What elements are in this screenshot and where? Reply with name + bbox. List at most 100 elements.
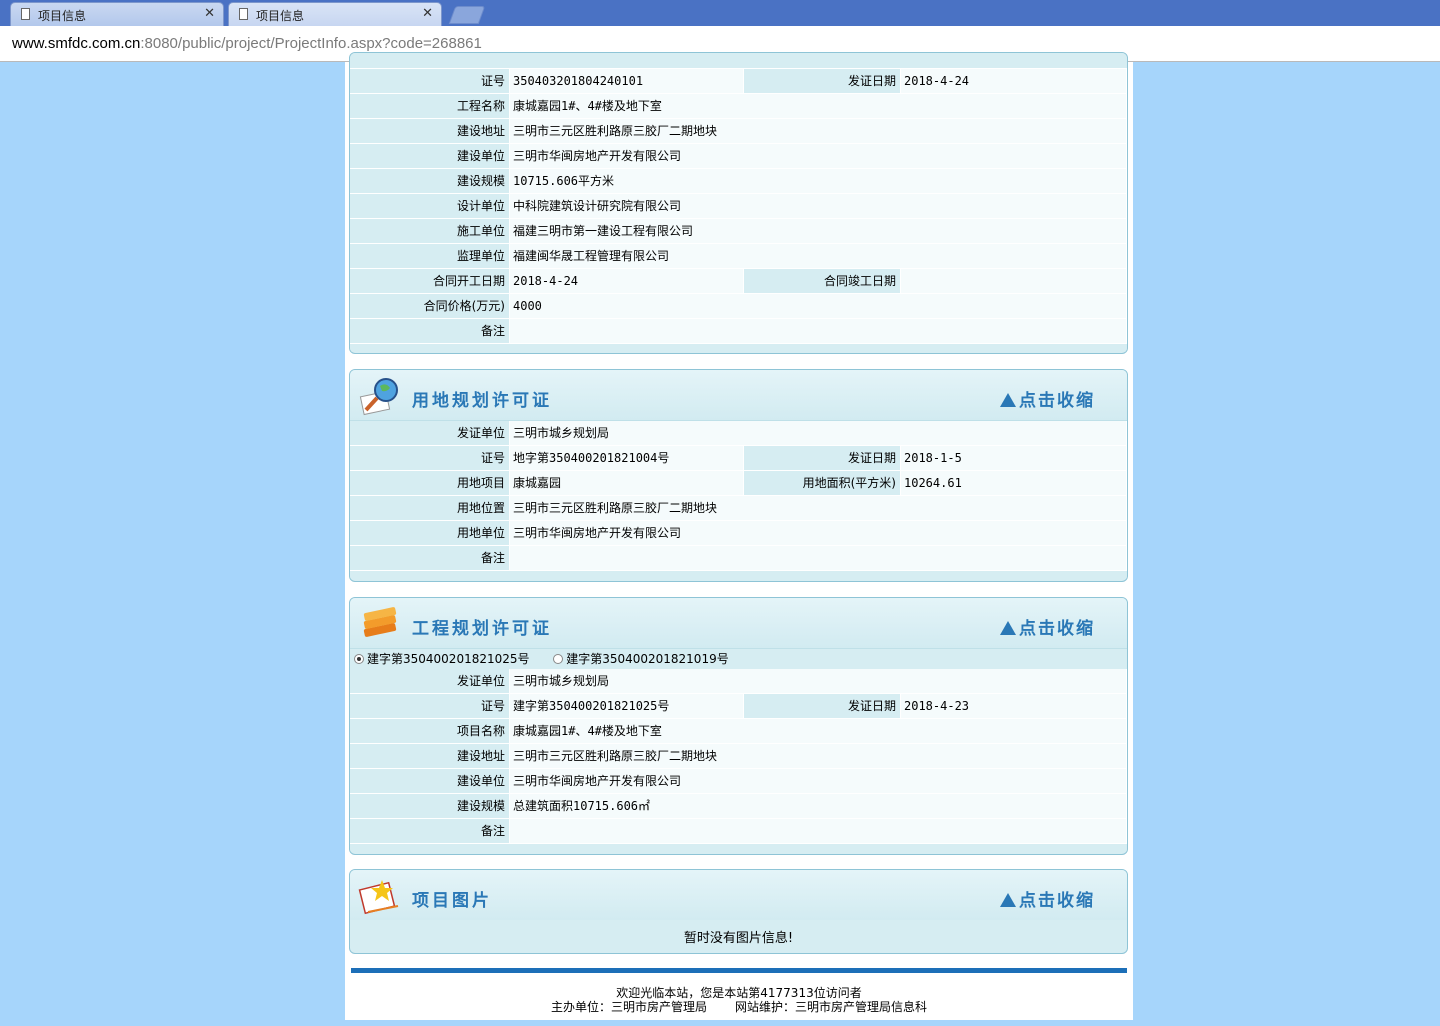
field-value: 2018-4-24 [900,69,1127,94]
field-value: 福建三明市第一建设工程有限公司 [509,218,1127,244]
field-label: 用地面积(平方米) [743,470,901,496]
table-row: 发证单位 三明市城乡规划局 [350,669,1127,694]
browser-tab-1[interactable]: 项目信息 ✕ [10,2,224,26]
tab-title: 项目信息 [256,9,305,23]
field-label: 证号 [350,445,510,471]
pictures-panel: 项目图片 点击收缩 暂时没有图片信息! [349,869,1128,954]
field-value: 三明市华闽房地产开发有限公司 [509,143,1127,169]
close-icon[interactable]: ✕ [204,6,215,21]
field-label: 建设规模 [350,793,510,819]
browser-tab-bar: 项目信息 ✕ 项目信息 ✕ [0,0,1440,26]
field-value: 三明市华闽房地产开发有限公司 [509,768,1127,794]
field-value: 2018-4-24 [509,268,744,294]
magnifier-globe-icon [359,378,398,416]
tab-title: 项目信息 [38,9,87,23]
table-row: 合同开工日期 2018-4-24 合同竣工日期 [350,268,1127,294]
construction-permit-table: 证号 350403201804240101 发证日期 2018-4-24 工程名称 康城嘉… [350,69,1127,344]
field-label: 项目名称 [350,718,510,744]
table-row: 设计单位 中科院建筑设计研究院有限公司 [350,193,1127,219]
no-pictures-message: 暂时没有图片信息! [683,931,794,946]
radio-selected[interactable] [354,654,364,664]
field-label: 证号 [350,693,510,719]
field-label: 用地项目 [350,470,510,496]
visitor-count-text: 欢迎光临本站，您是本站第4177313位访问者 [616,986,862,1000]
table-row: 备注 [350,818,1127,844]
url-text[interactable]: www.smfdc.com.cn:8080/public/project/Pro… [12,35,482,52]
table-row: 建设地址 三明市三元区胜利路原三胶厂二期地块 [350,118,1127,144]
field-label: 发证日期 [743,693,901,719]
field-value: 三明市三元区胜利路原三胶厂二期地块 [509,743,1127,769]
table-row: 工程名称 康城嘉园1#、4#楼及地下室 [350,93,1127,119]
page-icon [21,8,30,20]
table-row: 建设规模 总建筑面积10715.606㎡ [350,793,1127,819]
field-value: 福建闽华晟工程管理有限公司 [509,243,1127,269]
field-value: 2018-4-23 [900,693,1127,719]
field-value [509,318,1127,344]
field-label: 备注 [350,545,510,571]
table-row: 合同价格(万元) 4000 [350,293,1127,319]
field-value: 康城嘉园1#、4#楼及地下室 [509,93,1127,119]
table-row: 备注 [350,545,1127,571]
table-row: 建设单位 三明市华闽房地产开发有限公司 [350,143,1127,169]
field-value: 350403201804240101 [509,69,744,94]
land-permit-table: 发证单位 三明市城乡规划局 证号 地字第350400201821004号 发证日期 201… [350,421,1127,571]
field-label: 用地位置 [350,495,510,521]
table-row: 建设规模 10715.606平方米 [350,168,1127,194]
field-label: 设计单位 [350,193,510,219]
table-row: 发证单位 三明市城乡规划局 [350,421,1127,446]
field-label: 合同竣工日期 [743,268,901,294]
field-label: 发证日期 [743,69,901,94]
field-value: 康城嘉园 [509,470,744,496]
page-content: 证号 350403201804240101 发证日期 2018-4-24 工程名称 康城嘉… [345,52,1133,1020]
field-label: 建设规模 [350,168,510,194]
radio-unselected[interactable] [553,654,564,664]
pictures-header: 项目图片 点击收缩 [350,870,1127,920]
panel-title: 项目图片 [412,891,492,911]
permit-selector: 建字第350400201821025号 建字第350400201821019号 [350,649,1127,669]
table-row: 建设单位 三明市华闽房地产开发有限公司 [350,768,1127,794]
table-row: 用地单位 三明市华闽房地产开发有限公司 [350,520,1127,546]
collapse-button[interactable]: 点击收缩 [1000,614,1095,639]
host-org-text: 主办单位：三明市房产管理局 [550,1000,707,1014]
panel-title: 用地规划许可证 [412,391,552,411]
table-row: 监理单位 福建闽华晟工程管理有限公司 [350,243,1127,269]
panel-title: 工程规划许可证 [412,619,552,639]
table-row: 证号 350403201804240101 发证日期 2018-4-24 [350,69,1127,94]
project-permit-panel: 工程规划许可证 点击收缩 建字第350400201821025号 建字第3504… [349,597,1128,855]
field-label: 建设单位 [350,143,510,169]
close-icon[interactable]: ✕ [422,6,433,21]
field-label: 建设地址 [350,118,510,144]
permit-option-2[interactable]: 建字第350400201821019号 [553,652,729,666]
field-value: 三明市城乡规划局 [509,421,1127,446]
table-row: 施工单位 福建三明市第一建设工程有限公司 [350,218,1127,244]
footer-divider [351,968,1127,973]
field-value: 4000 [509,293,1127,319]
field-label: 建设地址 [350,743,510,769]
collapse-button[interactable]: 点击收缩 [1000,886,1095,911]
picture-star-icon [358,880,399,915]
table-row: 建设地址 三明市三元区胜利路原三胶厂二期地块 [350,743,1127,769]
triangle-up-icon [1000,621,1016,635]
browser-tab-2[interactable]: 项目信息 ✕ [228,2,442,26]
field-label: 监理单位 [350,243,510,269]
table-row: 证号 建字第350400201821025号 发证日期 2018-4-23 [350,693,1127,719]
field-value: 建字第350400201821025号 [509,693,744,719]
page-icon [239,8,248,20]
triangle-up-icon [1000,393,1016,407]
field-label: 用地单位 [350,520,510,546]
field-value: 康城嘉园1#、4#楼及地下室 [509,718,1127,744]
collapse-button[interactable]: 点击收缩 [1000,386,1095,411]
field-label: 建设单位 [350,768,510,794]
new-tab-button[interactable] [448,6,486,24]
permit-option-1[interactable]: 建字第350400201821025号 [354,652,530,666]
field-value: 三明市三元区胜利路原三胶厂二期地块 [509,495,1127,521]
project-permit-header: 工程规划许可证 点击收缩 [350,598,1127,649]
field-label: 施工单位 [350,218,510,244]
field-value [509,818,1127,844]
field-label: 合同价格(万元) [350,293,510,319]
field-label: 工程名称 [350,93,510,119]
table-row: 项目名称 康城嘉园1#、4#楼及地下室 [350,718,1127,744]
field-value: 地字第350400201821004号 [509,445,744,471]
project-permit-table: 发证单位 三明市城乡规划局 证号 建字第350400201821025号 发证日期 201… [350,669,1127,844]
field-value: 三明市三元区胜利路原三胶厂二期地块 [509,118,1127,144]
